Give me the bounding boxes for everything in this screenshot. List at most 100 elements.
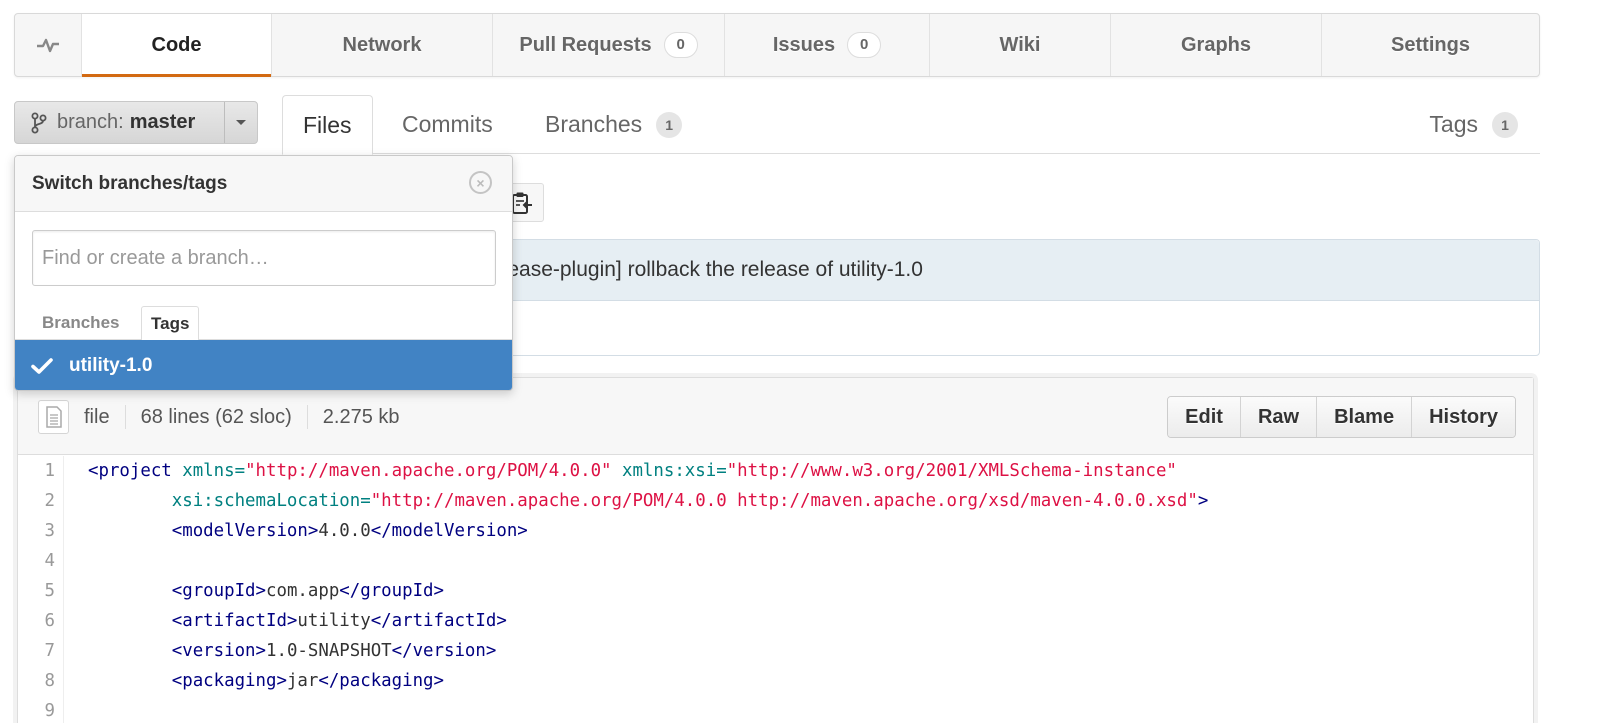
code-line: 3 <modelVersion>4.0.0</modelVersion> — [18, 516, 1533, 546]
nav-issues-label: Issues — [772, 33, 836, 56]
pull-requests-counter: 0 — [663, 32, 698, 58]
attr-value: "http://maven.apache.org/POM/4.0.0" — [245, 461, 612, 481]
tag-close: </version> — [391, 641, 497, 661]
line-source: xsi:schemaLocation="http://maven.apache.… — [64, 491, 1209, 511]
tab-commits-label: Commits — [402, 111, 493, 137]
tag-text: 1.0-SNAPSHOT — [266, 641, 392, 661]
nav-issues[interactable]: Issues 0 — [725, 14, 930, 76]
tag-close: </artifactId> — [370, 611, 507, 631]
code-line: 2 xsi:schemaLocation="http://maven.apach… — [18, 486, 1533, 516]
nav-graphs-label: Graphs — [1180, 33, 1252, 56]
attr-name: xmlns= — [182, 461, 246, 481]
issues-counter: 0 — [847, 32, 882, 58]
line-source: <project xmlns="http://maven.apache.org/… — [64, 461, 1177, 481]
raw-button[interactable]: Raw — [1240, 397, 1318, 437]
file-info: file 68 lines (62 sloc) 2.275 kb — [84, 405, 400, 429]
file-lines: 68 lines (62 sloc) — [140, 405, 292, 428]
nav-network-label: Network — [342, 33, 422, 56]
code-line: 9 — [18, 696, 1533, 723]
tag-open: <project — [88, 461, 183, 481]
line-number[interactable]: 3 — [18, 516, 64, 546]
line-number[interactable]: 2 — [18, 486, 64, 516]
tab-commits[interactable]: Commits — [402, 95, 493, 154]
tag-open: <groupId> — [171, 581, 266, 601]
check-icon — [15, 357, 69, 375]
code-line: 8 <packaging>jar</packaging> — [18, 666, 1533, 696]
nav-code[interactable]: Code — [82, 14, 272, 77]
nav-graphs[interactable]: Graphs — [1111, 14, 1322, 76]
commit-message-text: elease-plugin] rollback the release of u… — [491, 258, 923, 281]
tag-text: jar — [286, 671, 319, 691]
tab-files[interactable]: Files — [282, 95, 373, 155]
nav-pulse[interactable] — [15, 14, 82, 76]
branches-count: 1 — [656, 111, 683, 138]
tab-branches[interactable]: Branches 1 — [545, 95, 683, 154]
nav-pull-requests-label: Pull Requests — [519, 33, 652, 56]
clipboard-icon — [512, 192, 532, 214]
branch-selector-button[interactable]: branch: master — [14, 101, 258, 144]
edit-button[interactable]: Edit — [1168, 397, 1241, 437]
nav-settings-label: Settings — [1391, 33, 1470, 56]
file-mode: file — [84, 405, 110, 428]
line-number[interactable]: 7 — [18, 636, 64, 666]
file-viewer: file 68 lines (62 sloc) 2.275 kb Edit Ra… — [17, 377, 1534, 723]
line-number[interactable]: 8 — [18, 666, 64, 696]
tag-open: <version> — [171, 641, 266, 661]
line-number[interactable]: 1 — [18, 456, 64, 486]
branch-search-input[interactable] — [32, 230, 496, 286]
tab-branches-filter[interactable]: Branches — [33, 306, 128, 340]
tag-close: </packaging> — [318, 671, 444, 691]
nav-settings[interactable]: Settings — [1322, 14, 1539, 76]
branch-dropdown-caret[interactable] — [225, 102, 257, 143]
tab-tags[interactable]: Tags 1 — [1429, 95, 1518, 154]
line-number[interactable]: 4 — [18, 546, 64, 576]
history-button[interactable]: History — [1412, 397, 1515, 437]
tag-text: com.app — [266, 581, 340, 601]
nav-pull-requests[interactable]: Pull Requests 0 — [493, 14, 725, 76]
line-source: <groupId>com.app</groupId> — [64, 581, 444, 601]
nav-network[interactable]: Network — [272, 14, 493, 76]
tag-text: 4.0.0 — [318, 521, 371, 541]
tag-item-label: utility-1.0 — [69, 355, 153, 376]
repo-subtabs: Files Commits Branches 1 Tags 1 — [282, 95, 1540, 155]
close-icon[interactable]: × — [469, 171, 492, 194]
attr-value: "http://www.w3.org/2001/XMLSchema-instan… — [726, 461, 1177, 481]
file-size: 2.275 kb — [322, 405, 400, 428]
line-source: <artifactId>utility</artifactId> — [64, 611, 507, 631]
tab-branches-label: Branches — [545, 111, 643, 137]
tag-open: <packaging> — [171, 671, 287, 691]
divider — [306, 405, 308, 429]
line-source: <version>1.0-SNAPSHOT</version> — [64, 641, 497, 661]
branch-selector-main[interactable]: branch: master — [15, 102, 225, 143]
branch-prefix: branch: — [57, 111, 124, 133]
divider — [124, 405, 126, 429]
tag-item-selected[interactable]: utility-1.0 — [15, 340, 512, 390]
code-line: 6 <artifactId>utility</artifactId> — [18, 606, 1533, 636]
line-number[interactable]: 6 — [18, 606, 64, 636]
tag-close: </groupId> — [339, 581, 444, 601]
line-number[interactable]: 5 — [18, 576, 64, 606]
tab-tags-filter[interactable]: Tags — [141, 306, 200, 341]
branch-icon — [31, 112, 47, 133]
code-line: 1 <project xmlns="http://maven.apache.or… — [18, 456, 1533, 486]
line-number[interactable]: 9 — [18, 696, 64, 723]
chevron-down-icon — [236, 120, 246, 125]
tab-tags-label: Tags — [1429, 111, 1478, 137]
pulse-icon — [37, 38, 59, 53]
dropdown-title: Switch branches/tags — [32, 172, 228, 194]
tag-open: <modelVersion> — [171, 521, 319, 541]
nav-wiki-label: Wiki — [999, 33, 1041, 56]
blame-button[interactable]: Blame — [1317, 397, 1413, 437]
line-source: <modelVersion>4.0.0</modelVersion> — [64, 521, 528, 541]
branch-name: master — [129, 111, 196, 133]
nav-wiki[interactable]: Wiki — [930, 14, 1111, 76]
nav-code-label: Code — [151, 33, 202, 56]
file-actions: Edit Raw Blame History — [1167, 396, 1516, 438]
dropdown-tabs: Branches Tags — [15, 306, 512, 341]
attr-value: "http://maven.apache.org/POM/4.0.0 http:… — [370, 491, 1198, 511]
